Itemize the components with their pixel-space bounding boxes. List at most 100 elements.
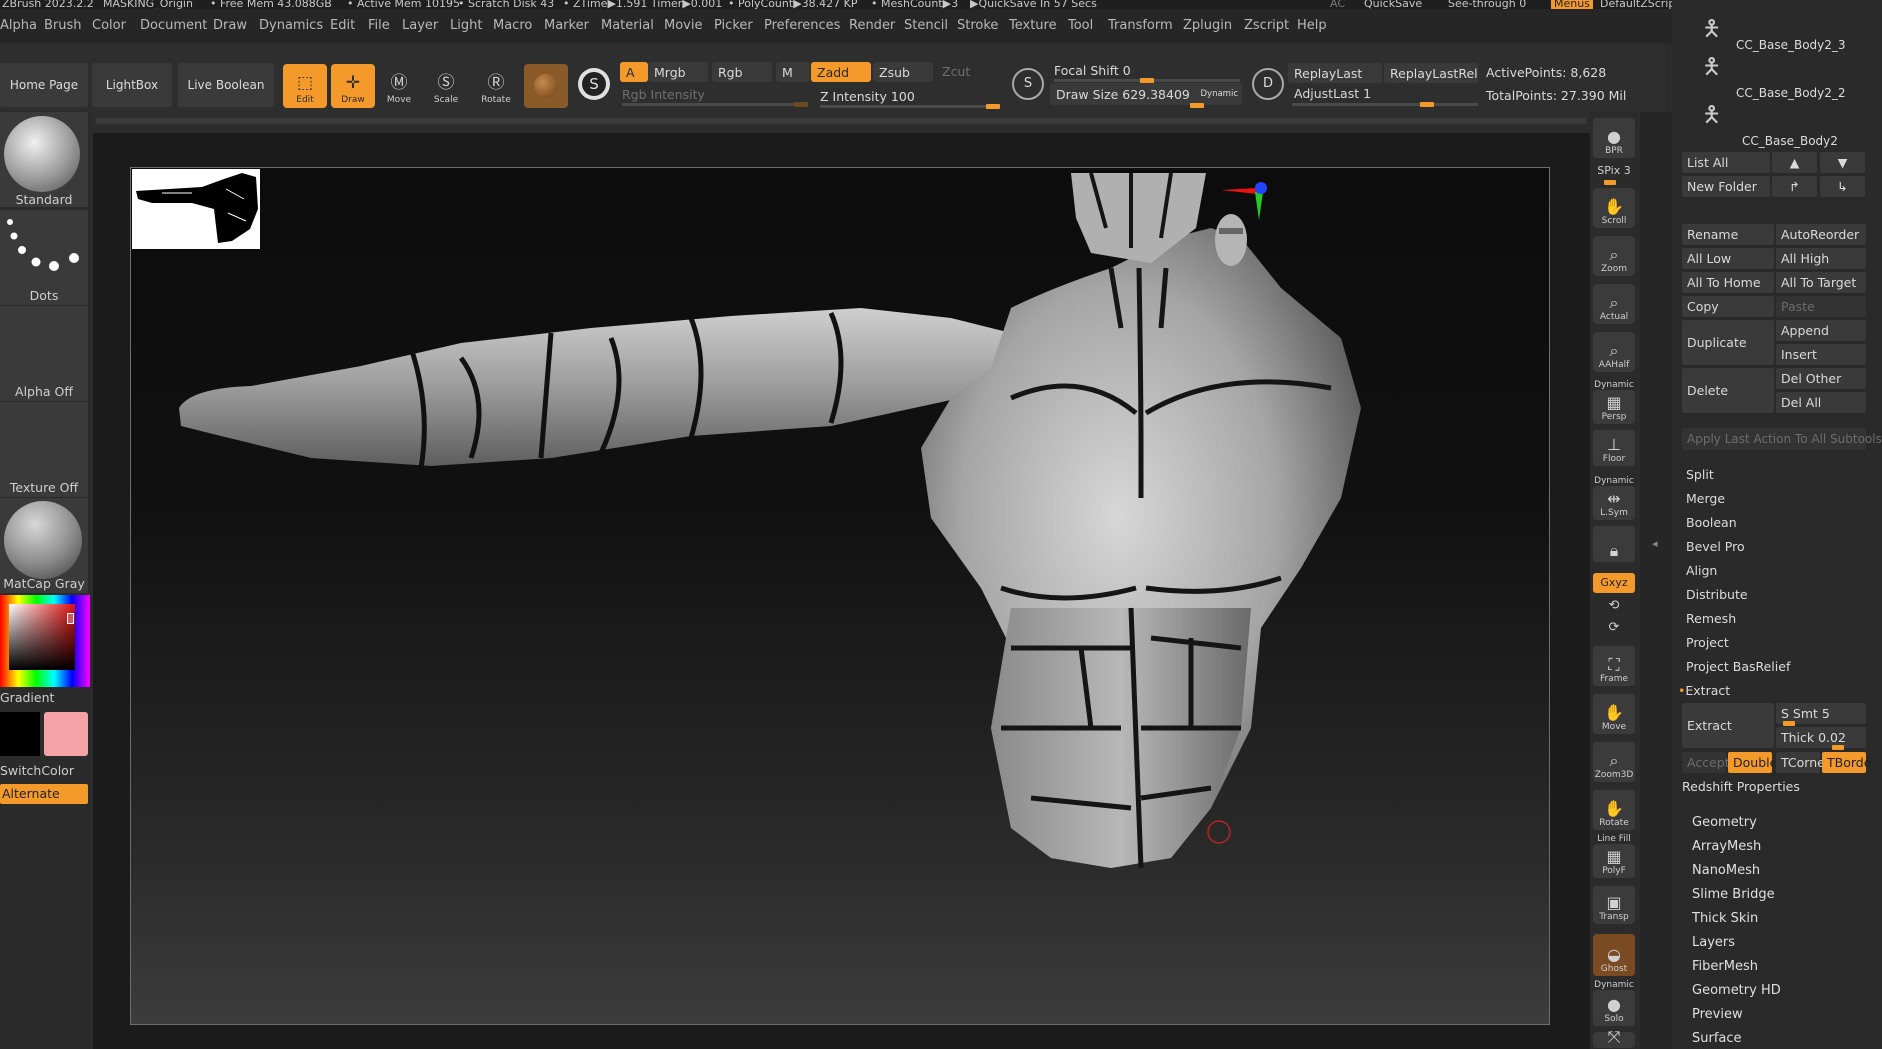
menu-color[interactable]: Color — [92, 18, 126, 33]
menu-light[interactable]: Light — [450, 18, 482, 33]
dynamic-label[interactable]: Dynamic — [1201, 89, 1239, 99]
menu-document[interactable]: Document — [140, 18, 207, 33]
canvas-top-scrollbar[interactable] — [96, 118, 1586, 124]
stroke-type-button[interactable]: S — [578, 68, 610, 100]
zsub-toggle[interactable]: Zsub — [873, 62, 933, 82]
menu-picker[interactable]: Picker — [714, 18, 753, 33]
zoom3d-button[interactable]: ⌕ Zoom3D — [1593, 742, 1635, 782]
thick-knob[interactable] — [1832, 745, 1844, 750]
default-zscript[interactable]: DefaultZScript — [1600, 0, 1680, 9]
project-section[interactable]: Project — [1686, 635, 1729, 650]
menu-transform[interactable]: Transform — [1108, 18, 1173, 33]
rgb-intensity-slider[interactable]: Rgb Intensity — [622, 87, 705, 102]
adjust-last-knob[interactable] — [1420, 102, 1434, 107]
menu-draw[interactable]: Draw — [213, 18, 247, 33]
focal-shift-slider[interactable]: Focal Shift 0 — [1054, 63, 1131, 78]
tborde-toggle[interactable]: TBorde — [1822, 752, 1871, 773]
z-intensity-slider[interactable]: Z Intensity 100 — [820, 89, 915, 104]
move-button[interactable]: Ⓜ Move — [377, 64, 421, 108]
menu-layer[interactable]: Layer — [402, 18, 438, 33]
paste-button[interactable]: Paste — [1776, 296, 1866, 317]
menus-toggle[interactable]: Menus — [1551, 0, 1593, 9]
rgb-intensity-track[interactable] — [622, 103, 808, 106]
del-all-button[interactable]: Del All — [1776, 392, 1866, 413]
menu-stroke[interactable]: Stroke — [957, 18, 998, 33]
secondary-color-swatch[interactable] — [44, 712, 88, 756]
delete-button[interactable]: Delete — [1682, 368, 1774, 413]
subtool-name-3[interactable]: CC_Base_Body2 — [1742, 134, 1838, 148]
persp-button[interactable]: ▦ Persp — [1593, 390, 1635, 424]
align-section[interactable]: Align — [1686, 563, 1717, 578]
draw-size-knob[interactable] — [1190, 103, 1204, 108]
project-basrelief-section[interactable]: Project BasRelief — [1686, 659, 1790, 674]
menu-help[interactable]: Help — [1297, 18, 1327, 33]
solo-dynamic-label[interactable]: Dynamic — [1590, 980, 1638, 990]
a-toggle[interactable]: A — [620, 62, 648, 82]
draw-size-slider[interactable]: Draw Size 629.38409 Dynamic — [1050, 83, 1242, 105]
lightbox-button[interactable]: LightBox — [92, 63, 172, 107]
frame-button[interactable]: ⛶ Frame — [1593, 646, 1635, 686]
move-down-button[interactable]: ▼ — [1820, 152, 1865, 173]
menu-texture[interactable]: Texture — [1009, 18, 1057, 33]
menu-zscript[interactable]: Zscript — [1244, 18, 1289, 33]
menu-marker[interactable]: Marker — [544, 18, 589, 33]
menu-macro[interactable]: Macro — [493, 18, 532, 33]
transp-button[interactable]: ▣ Transp — [1593, 886, 1635, 924]
alternate-button[interactable]: Alternate — [0, 784, 88, 804]
polyf-button[interactable]: ▦ PolyF — [1593, 844, 1635, 878]
menu-tool[interactable]: Tool — [1068, 18, 1093, 33]
all-to-home-button[interactable]: All To Home — [1682, 272, 1774, 293]
document-viewport[interactable] — [130, 167, 1550, 1025]
folder-in-button[interactable]: ↱ — [1772, 176, 1817, 197]
scroll-button[interactable]: ✋ Scroll — [1593, 188, 1635, 228]
all-low-button[interactable]: All Low — [1682, 248, 1774, 269]
split-section[interactable]: Split — [1686, 467, 1714, 482]
extract-section[interactable]: •Extract — [1678, 683, 1730, 698]
line-fill-label[interactable]: Line Fill — [1590, 834, 1638, 844]
subtool-thumb-1[interactable]: 🯅 — [1702, 12, 1728, 42]
all-high-button[interactable]: All High — [1776, 248, 1866, 269]
color-saturation-square[interactable] — [9, 604, 75, 670]
actual-button[interactable]: ⌕ Actual — [1593, 284, 1635, 324]
bevel-pro-section[interactable]: Bevel Pro — [1686, 539, 1745, 554]
lock-button[interactable]: 🔒︎ — [1593, 526, 1635, 562]
menu-render[interactable]: Render — [849, 18, 895, 33]
spix-slider[interactable]: SPix 3 — [1590, 164, 1638, 177]
menu-edit[interactable]: Edit — [330, 18, 355, 33]
focal-s-icon[interactable]: S — [1012, 68, 1044, 100]
dynamic-d-icon[interactable]: D — [1252, 68, 1284, 100]
gradient-toggle[interactable]: Gradient — [0, 690, 88, 705]
menu-preferences[interactable]: Preferences — [764, 18, 840, 33]
bpr-button[interactable]: ● BPR — [1593, 118, 1635, 158]
geometry-section[interactable]: Geometry — [1692, 815, 1757, 830]
rotate-view-button[interactable]: ✋ Rotate — [1593, 790, 1635, 830]
fibermesh-section[interactable]: FiberMesh — [1692, 959, 1758, 974]
lsym-button[interactable]: ⇹ L.Sym — [1593, 486, 1635, 520]
xpose-button[interactable]: ⤧ — [1593, 1028, 1635, 1048]
sculpt-model[interactable] — [131, 168, 1549, 1024]
auto-reorder-button[interactable]: AutoReorder — [1776, 224, 1866, 245]
menu-material[interactable]: Material — [601, 18, 654, 33]
s-smt-knob[interactable] — [1783, 721, 1795, 726]
edit-button[interactable]: ⬚ Edit — [283, 64, 327, 108]
subtool-name-2[interactable]: CC_Base_Body2_2 — [1736, 86, 1846, 100]
insert-button[interactable]: Insert — [1776, 344, 1866, 365]
redshift-properties-section[interactable]: Redshift Properties — [1682, 779, 1800, 794]
adjust-last-slider[interactable]: AdjustLast 1 — [1294, 86, 1371, 101]
preview-section[interactable]: Preview — [1692, 1007, 1743, 1022]
rotate-button[interactable]: Ⓡ Rotate — [474, 64, 518, 108]
nanomesh-section[interactable]: NanoMesh — [1692, 863, 1760, 878]
see-through-slider[interactable]: See-through 0 — [1448, 0, 1526, 9]
tray-collapse-icon[interactable]: ◂ — [1652, 537, 1658, 550]
z-intensity-knob[interactable] — [986, 104, 1000, 109]
distribute-section[interactable]: Distribute — [1686, 587, 1748, 602]
spix-knob[interactable] — [1604, 180, 1616, 185]
adjust-last-track[interactable] — [1292, 103, 1478, 106]
home-page-button[interactable]: Home Page — [0, 63, 88, 107]
live-boolean-button[interactable]: Live Boolean — [178, 63, 274, 107]
move-view-button[interactable]: ✋ Move — [1593, 694, 1635, 734]
move-up-button[interactable]: ▲ — [1772, 152, 1817, 173]
rotate-z-icon[interactable]: ⟳ — [1590, 620, 1638, 635]
color-cursor[interactable] — [67, 613, 74, 624]
tray-divider[interactable]: ◂ — [1640, 112, 1672, 1049]
